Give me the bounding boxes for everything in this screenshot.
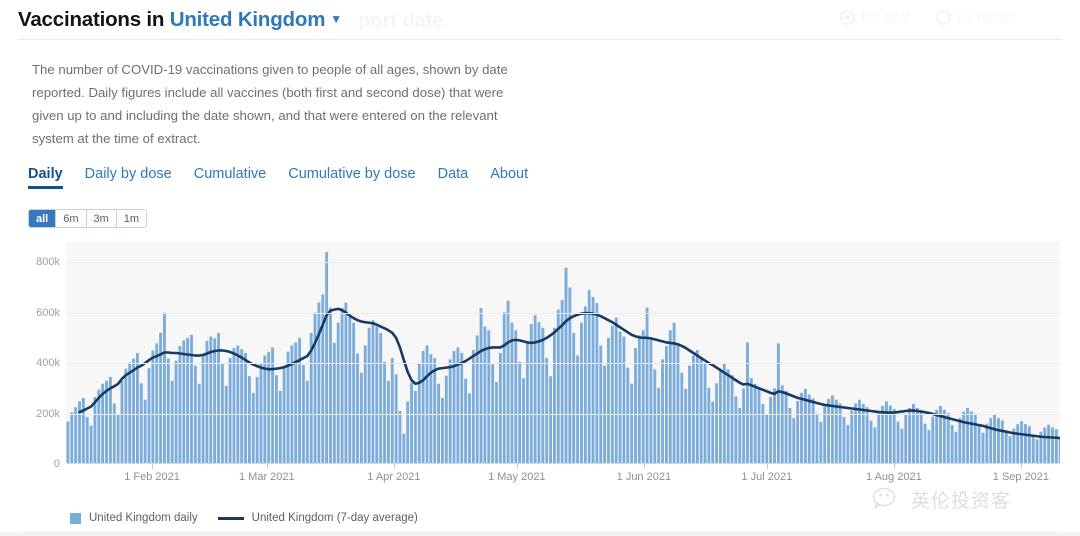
tab-bar: Daily Daily by dose Cumulative Cumulativ… — [28, 166, 550, 189]
gridline — [66, 363, 1066, 365]
legend-item-average[interactable]: United Kingdom (7-day average) — [217, 512, 418, 524]
location-selector-label[interactable]: United Kingdom — [170, 8, 326, 31]
x-axis-tick — [152, 464, 154, 469]
x-axis-tick-label: 1 Jul 2021 — [741, 471, 793, 483]
page-title: Vaccinations in United Kingdom ▼ — [18, 8, 342, 32]
wechat-icon — [872, 487, 896, 510]
tab-daily[interactable]: Daily — [28, 166, 85, 189]
radio-label-uk-total: UK total — [861, 10, 910, 25]
footer-divider — [0, 531, 1080, 536]
range-button-6m[interactable]: 6m — [56, 210, 87, 227]
tab-cumulative[interactable]: Cumulative — [194, 166, 289, 189]
legend-label-average: United Kingdom (7-day average) — [251, 512, 418, 524]
x-axis-tick — [643, 464, 645, 469]
tab-daily-by-dose[interactable]: Daily by dose — [85, 166, 194, 189]
legend-line-icon — [217, 516, 244, 520]
x-axis-tick — [266, 464, 268, 469]
chevron-down-icon[interactable]: ▼ — [330, 12, 342, 26]
x-axis-tick — [893, 464, 895, 469]
x-axis-tick — [766, 464, 768, 469]
time-range-selector: all 6m 3m 1m — [28, 209, 148, 228]
header-divider — [18, 39, 1062, 40]
radio-label-by-nation: By nation — [957, 10, 1014, 25]
right-margin — [1060, 40, 1080, 532]
left-margin — [0, 40, 20, 532]
tab-about[interactable]: About — [490, 166, 550, 189]
watermark-text: 英伦投资客 — [911, 491, 1012, 512]
x-axis-tick-label: 1 Mar 2021 — [238, 471, 295, 483]
y-axis-tick-label: 400k — [36, 357, 60, 370]
chart-legend: United Kingdom daily United Kingdom (7-d… — [70, 512, 418, 524]
radio-selected-icon — [839, 10, 855, 25]
x-axis-tick-label: 1 Apr 2021 — [367, 471, 421, 483]
page-header: Vaccinations in United Kingdom ▼ port dat… — [0, 0, 1080, 40]
x-axis-tick-label: 1 Feb 2021 — [124, 471, 180, 483]
x-axis-tick-label: 1 May 2021 — [488, 471, 546, 483]
gridline — [66, 262, 1066, 264]
range-button-3m[interactable]: 3m — [86, 210, 117, 227]
y-axis-tick-label: 600k — [36, 306, 60, 319]
vaccinations-dashboard: Vaccinations in United Kingdom ▼ port dat… — [0, 0, 1080, 536]
radio-option-by-nation[interactable]: By nation — [935, 10, 1014, 25]
gridline — [66, 312, 1066, 314]
y-axis-labels: 0 200k 400k 600k 800k — [20, 238, 64, 470]
watermark: 英伦投资客 — [872, 486, 1011, 513]
range-button-1m[interactable]: 1m — [116, 210, 147, 227]
range-button-all[interactable]: all — [29, 210, 57, 227]
y-axis-tick-label: 800k — [36, 256, 60, 269]
tab-data[interactable]: Data — [438, 166, 491, 189]
x-axis-tick — [516, 464, 518, 469]
gridline — [66, 413, 1066, 415]
legend-square-icon — [70, 512, 81, 524]
legend-item-daily[interactable]: United Kingdom daily — [70, 512, 198, 524]
x-axis-tick-label: 1 Aug 2021 — [866, 471, 922, 483]
y-axis-tick-label: 0 — [53, 458, 60, 470]
x-axis-tick-label: 1 Jun 2021 — [616, 471, 672, 483]
tab-cumulative-by-dose[interactable]: Cumulative by dose — [288, 166, 437, 189]
x-axis-tick-label: 1 Sep 2021 — [992, 471, 1050, 483]
ghost-report-date-text: port date — [358, 10, 444, 32]
page-title-prefix: Vaccinations in — [18, 8, 170, 31]
scope-radio-group: UK total By nation — [839, 10, 1014, 25]
y-axis-tick-label: 200k — [36, 407, 60, 420]
plot-area — [66, 242, 1066, 464]
vaccinations-chart: 0 200k 400k 600k 800k 1 Feb 2021 1 Mar 2021 1 … — [20, 238, 1068, 483]
x-axis-tick — [1020, 464, 1022, 469]
radio-unselected-icon — [935, 10, 951, 25]
seven-day-average-line — [78, 307, 1066, 440]
description-text: The number of COVID-19 vaccinations give… — [32, 62, 508, 146]
x-axis-tick — [393, 464, 395, 469]
radio-option-uk-total[interactable]: UK total — [839, 10, 910, 25]
legend-label-daily: United Kingdom daily — [89, 512, 198, 524]
